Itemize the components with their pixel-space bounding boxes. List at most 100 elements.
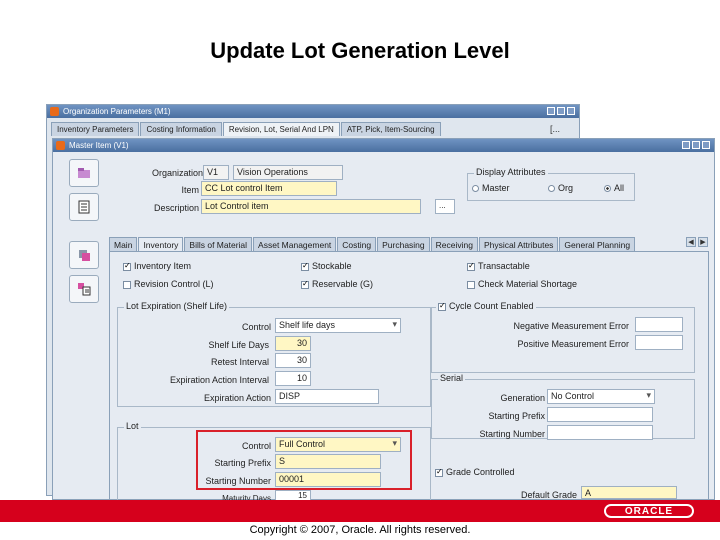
item-field[interactable]: CC Lot control Item xyxy=(201,181,337,196)
revision-control-checkbox[interactable]: Revision Control (L) xyxy=(123,279,214,289)
radio-org[interactable]: Org xyxy=(548,183,573,193)
tab-revision-lot-serial-lpn[interactable]: Revision, Lot, Serial And LPN xyxy=(222,122,340,136)
left-navigator xyxy=(65,157,105,497)
tab-scroll-controls: ◀ ▶ xyxy=(686,237,708,247)
organization-name-field[interactable]: Vision Operations xyxy=(233,165,343,180)
radio-master-label: Master xyxy=(482,183,510,193)
grade-controlled-label: Grade Controlled xyxy=(446,467,515,477)
serial-starting-number-label: Starting Number xyxy=(479,429,545,439)
tab-asset-management[interactable]: Asset Management xyxy=(253,237,337,251)
negative-measurement-error-label: Negative Measurement Error xyxy=(513,321,629,331)
tab-scroll-right-icon[interactable]: ▶ xyxy=(698,237,708,247)
box-icon xyxy=(79,250,90,261)
tab-costing[interactable]: Costing xyxy=(337,237,377,251)
tab-scroll-left-icon[interactable]: ◀ xyxy=(686,237,696,247)
checkbox-checked-icon xyxy=(123,261,131,271)
positive-measurement-error-field[interactable] xyxy=(635,335,683,350)
description-more-button[interactable]: ... xyxy=(435,199,455,214)
document-icon xyxy=(78,200,90,214)
tab-costing-information[interactable]: Costing Information xyxy=(140,122,222,136)
footer-bar: ORACLE xyxy=(0,500,720,522)
revision-control-label: Revision Control (L) xyxy=(134,279,214,289)
radio-button-icon xyxy=(472,185,479,193)
serial-generation-select[interactable]: No Control xyxy=(547,389,655,404)
org-params-titlebar: Organization Parameters (M1) xyxy=(47,105,579,118)
transactable-checkbox[interactable]: Transactable xyxy=(467,261,530,271)
tab-main[interactable]: Main xyxy=(109,237,138,251)
negative-measurement-error-field[interactable] xyxy=(635,317,683,332)
expiration-action-field[interactable]: DISP xyxy=(275,389,379,404)
display-attributes-group: Display Attributes Master Org All xyxy=(467,167,635,201)
maximize-icon[interactable] xyxy=(692,141,700,149)
lot-expiration-control-label: Control xyxy=(241,322,271,332)
reservable-checkbox[interactable]: Reservable (G) xyxy=(301,279,373,289)
tab-physical-attributes[interactable]: Physical Attributes xyxy=(478,237,559,251)
tab-inventory-parameters[interactable]: Inventory Parameters xyxy=(51,122,140,136)
org-params-title: Organization Parameters (M1) xyxy=(63,107,171,116)
master-item-titlebar: Master Item (V1) xyxy=(53,139,714,152)
window-controls xyxy=(547,107,575,115)
organization-code-field[interactable]: V1 xyxy=(203,165,229,180)
close-icon[interactable] xyxy=(567,107,575,115)
shelf-life-days-field[interactable]: 30 xyxy=(275,336,311,351)
radio-all[interactable]: All xyxy=(604,183,624,193)
checkbox-checked-icon xyxy=(467,261,475,271)
item-catalog-button[interactable] xyxy=(69,275,99,303)
stockable-checkbox[interactable]: Stockable xyxy=(301,261,352,271)
tab-inventory[interactable]: Inventory xyxy=(138,237,184,251)
window-controls xyxy=(682,141,710,149)
item-attributes-button[interactable] xyxy=(69,241,99,269)
cycle-count-enabled-checkbox[interactable]: Cycle Count Enabled xyxy=(436,301,536,311)
radio-master[interactable]: Master xyxy=(472,183,510,193)
retest-interval-label: Retest Interval xyxy=(210,357,269,367)
org-params-right-fragment: [... xyxy=(550,124,561,134)
stockable-label: Stockable xyxy=(312,261,352,271)
oracle-logo: ORACLE xyxy=(604,504,694,518)
radio-button-selected-icon xyxy=(604,185,611,193)
checkbox-checked-icon xyxy=(435,467,443,477)
close-icon[interactable] xyxy=(702,141,710,149)
item-tabs: Main Inventory Bills of Material Asset M… xyxy=(109,237,636,251)
serial-starting-prefix-label: Starting Prefix xyxy=(488,411,545,421)
grade-controlled-checkbox[interactable]: Grade Controlled xyxy=(435,467,515,477)
navigator-button[interactable] xyxy=(69,159,99,187)
maximize-icon[interactable] xyxy=(557,107,565,115)
minimize-icon[interactable] xyxy=(547,107,555,115)
lot-expiration-control-select[interactable]: Shelf life days xyxy=(275,318,401,333)
document-button[interactable] xyxy=(69,193,99,221)
positive-measurement-error-label: Positive Measurement Error xyxy=(517,339,629,349)
organization-label: Organization xyxy=(151,168,203,178)
serial-title: Serial xyxy=(438,373,466,383)
inventory-item-checkbox[interactable]: Inventory Item xyxy=(123,261,191,271)
description-field[interactable]: Lot Control item xyxy=(201,199,421,214)
expiration-action-interval-field[interactable]: 10 xyxy=(275,371,311,386)
tab-atp-pick-item-sourcing[interactable]: ATP, Pick, Item-Sourcing xyxy=(340,122,441,136)
copyright-text: Copyright © 2007, Oracle. All rights res… xyxy=(249,524,471,536)
description-label: Description xyxy=(153,203,199,213)
radio-button-icon xyxy=(548,185,555,193)
radio-org-label: Org xyxy=(558,183,574,193)
org-params-tabs: Inventory Parameters Costing Information… xyxy=(51,122,441,136)
serial-starting-prefix-field[interactable] xyxy=(547,407,653,422)
tab-purchasing[interactable]: Purchasing xyxy=(377,237,430,251)
cycle-count-enabled-label: Cycle Count Enabled xyxy=(449,301,534,311)
default-grade-field[interactable]: A xyxy=(581,486,677,499)
minimize-icon[interactable] xyxy=(682,141,690,149)
expiration-action-label: Expiration Action xyxy=(203,393,271,403)
check-material-shortage-checkbox[interactable]: Check Material Shortage xyxy=(467,279,577,289)
display-attributes-title: Display Attributes xyxy=(474,167,548,177)
shelf-life-days-label: Shelf Life Days xyxy=(208,340,269,350)
slide: Update Lot Generation Level Organization… xyxy=(0,0,720,540)
tab-receiving[interactable]: Receiving xyxy=(430,237,478,251)
inventory-item-label: Inventory Item xyxy=(134,261,192,271)
transactable-label: Transactable xyxy=(478,261,530,271)
lot-highlight-box xyxy=(196,430,412,490)
tab-general-planning[interactable]: General Planning xyxy=(559,237,636,251)
page-title: Update Lot Generation Level xyxy=(210,38,510,63)
serial-starting-number-field[interactable] xyxy=(547,425,653,440)
reservable-label: Reservable (G) xyxy=(312,279,374,289)
list-icon xyxy=(78,283,91,296)
tab-bills-of-material[interactable]: Bills of Material xyxy=(184,237,253,251)
lot-title: Lot xyxy=(124,421,141,431)
retest-interval-field[interactable]: 30 xyxy=(275,353,311,368)
